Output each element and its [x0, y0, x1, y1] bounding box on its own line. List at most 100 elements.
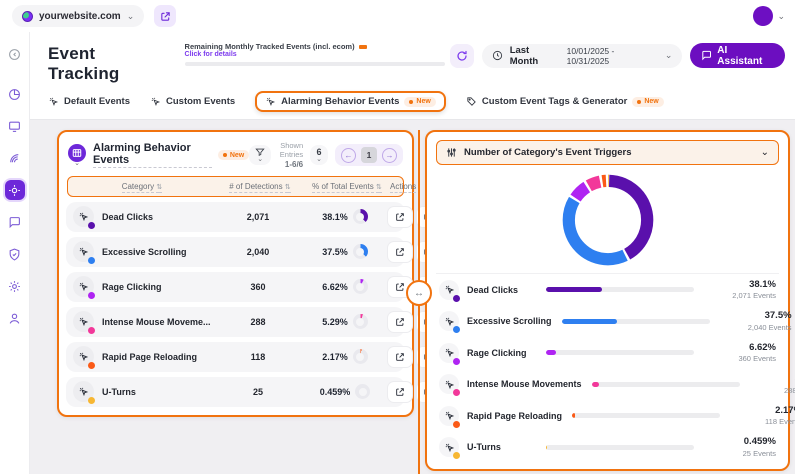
cursor-click-icon: [444, 442, 455, 453]
pct-ring: [353, 279, 368, 294]
sort-icon: ⇅: [285, 184, 291, 193]
open-details-button[interactable]: [388, 382, 412, 402]
legend-item[interactable]: Rapid Page Reloading 2.17%118 Events: [436, 400, 779, 432]
pct-ring: [353, 314, 368, 329]
cursor-click-icon: [444, 379, 455, 390]
date-range-value: 10/01/2025 - 10/31/2025: [567, 46, 658, 66]
legend-item[interactable]: Dead Clicks 38.1%2,071 Events: [436, 274, 779, 306]
cursor-click-icon: [78, 316, 89, 327]
tracking-target-icon: [8, 184, 21, 197]
column-category[interactable]: Category ⇅: [68, 182, 216, 191]
sidebar-item-feedback[interactable]: [5, 212, 25, 232]
sidebar-item-event-tracking[interactable]: [5, 180, 25, 200]
sort-icon: ⇅: [376, 184, 382, 193]
monitor-icon: [8, 120, 21, 133]
new-badge: New: [404, 97, 435, 107]
filter-button[interactable]: ⌄: [249, 145, 271, 165]
refresh-button[interactable]: [450, 44, 474, 68]
donut-chart: [436, 165, 779, 271]
page-size-selector[interactable]: 6 ⌄: [310, 145, 328, 165]
open-site-button[interactable]: [154, 5, 176, 27]
cursor-click-icon: [48, 96, 59, 107]
cursor-click-icon: [444, 284, 455, 295]
chart-metric-selector[interactable]: Number of Category's Event Triggers ⌄: [436, 140, 779, 165]
legend-bar: [546, 287, 694, 292]
clock-icon: [492, 50, 503, 61]
table-row[interactable]: Rage Clicking 360 6.62%: [66, 272, 405, 302]
table-row[interactable]: Intense Mouse Moveme... 288 5.29%: [66, 307, 405, 337]
tab-alarming-behavior-events[interactable]: Alarming Behavior Events New: [255, 91, 446, 112]
page-header: Event Tracking Remaining Monthly Tracked…: [30, 32, 795, 86]
external-link-icon: [395, 247, 405, 257]
table-row[interactable]: Rapid Page Reloading 118 2.17%: [66, 342, 405, 372]
prev-page-button[interactable]: ←: [341, 148, 356, 163]
tab-custom-event-tags-generator[interactable]: Custom Event Tags & Generator New: [466, 96, 664, 107]
chevron-down-icon: ⌄: [257, 156, 263, 163]
table-type-selector[interactable]: ⌄: [68, 144, 86, 167]
cursor-click-icon: [265, 96, 276, 107]
chart-panel: Number of Category's Event Triggers ⌄ De…: [425, 130, 790, 471]
pct-ring: [355, 384, 370, 399]
legend-item[interactable]: U-Turns 0.459%25 Events: [436, 432, 779, 464]
pct-ring: [353, 244, 368, 259]
website-selector[interactable]: yourwebsite.com ⌄: [12, 5, 144, 27]
shield-check-icon: [8, 248, 21, 261]
external-link-icon: [395, 352, 405, 362]
legend-item[interactable]: Excessive Scrolling 37.5%2,040 Events: [436, 306, 779, 338]
category-color-dot: [88, 257, 95, 264]
panel-resize-handle[interactable]: ↔: [406, 280, 432, 306]
user-icon: [8, 312, 21, 325]
sidebar-item-dashboard[interactable]: [5, 116, 25, 136]
cursor-click-icon: [78, 211, 89, 222]
sidebar-item-analytics[interactable]: [5, 84, 25, 104]
table-row[interactable]: Excessive Scrolling 2,040 37.5%: [66, 237, 405, 267]
gear-icon: [8, 280, 21, 293]
category-color-dot: [453, 389, 460, 396]
external-link-icon: [395, 317, 405, 327]
next-page-button[interactable]: →: [382, 148, 397, 163]
column-detections[interactable]: # of Detections ⇅: [216, 182, 304, 191]
current-page[interactable]: 1: [361, 147, 377, 163]
column-actions: Actions: [390, 182, 416, 191]
chat-icon: [8, 216, 21, 229]
sidebar-item-privacy[interactable]: [5, 244, 25, 264]
table-row[interactable]: Dead Clicks 2,071 38.1%: [66, 202, 405, 232]
sidebar: [0, 32, 30, 474]
ai-assistant-button[interactable]: AI Assistant: [690, 43, 785, 68]
site-logo-icon: [22, 11, 33, 22]
chevron-down-icon[interactable]: ⌄: [777, 12, 785, 21]
cursor-click-icon: [150, 96, 161, 107]
cursor-click-icon: [78, 386, 89, 397]
legend-item[interactable]: Rage Clicking 6.62%360 Events: [436, 337, 779, 369]
sidebar-collapse-button[interactable]: [5, 44, 25, 64]
open-details-button[interactable]: [388, 207, 412, 227]
chevron-down-icon: ⌄: [74, 160, 80, 167]
pie-chart-icon: [8, 88, 21, 101]
open-details-button[interactable]: [388, 312, 412, 332]
table-row[interactable]: U-Turns 25 0.459%: [66, 377, 405, 407]
badge-dot-icon: [637, 100, 641, 104]
tag-icon: [466, 96, 477, 107]
user-avatar[interactable]: [753, 6, 773, 26]
sidebar-item-account[interactable]: [5, 308, 25, 328]
table-grid-icon: [72, 148, 82, 158]
category-color-dot: [453, 295, 460, 302]
chart-legend: Dead Clicks 38.1%2,071 Events Excessive …: [436, 273, 779, 463]
open-details-button[interactable]: [388, 242, 412, 262]
cursor-click-icon: [444, 410, 455, 421]
usage-details-link[interactable]: Click for details: [185, 51, 450, 58]
open-details-button[interactable]: [388, 347, 412, 367]
site-name: yourwebsite.com: [39, 11, 121, 22]
sidebar-item-settings[interactable]: [5, 276, 25, 296]
legend-item[interactable]: Intense Mouse Movements 5.29%288 Events: [436, 369, 779, 401]
date-range-picker[interactable]: Last Month 10/01/2025 - 10/31/2025 ⌄: [482, 44, 683, 68]
sidebar-item-recordings[interactable]: [5, 148, 25, 168]
category-color-dot: [453, 452, 460, 459]
tab-default-events[interactable]: Default Events: [48, 96, 130, 107]
chart-metric-label: Number of Category's Event Triggers: [464, 147, 632, 158]
category-color-dot: [88, 292, 95, 299]
usage-widget: Remaining Monthly Tracked Events (incl. …: [185, 40, 450, 66]
column-pct[interactable]: % of Total Events ⇅: [304, 182, 390, 191]
category-color-dot: [88, 327, 95, 334]
tab-custom-events[interactable]: Custom Events: [150, 96, 235, 107]
